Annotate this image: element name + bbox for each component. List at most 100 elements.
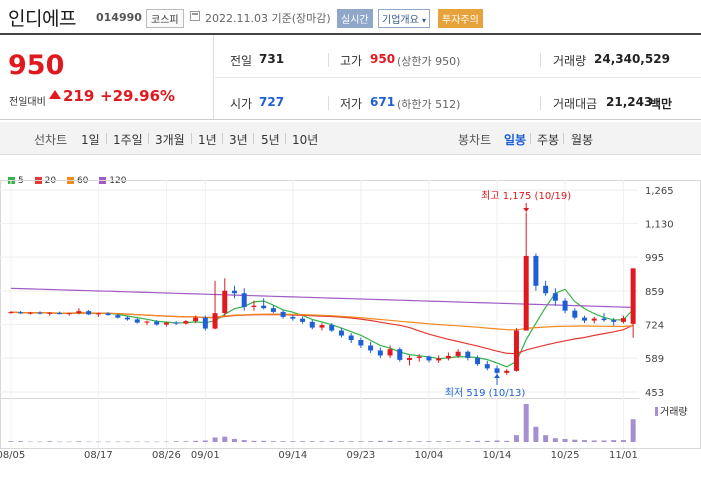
- candle-body: [338, 330, 344, 336]
- tab-separator: [563, 133, 564, 144]
- x-tick-label: 09/01: [191, 450, 220, 461]
- tab-3m[interactable]: 3개월: [155, 131, 185, 148]
- y-tick-label: 995: [645, 253, 664, 264]
- x-tick-label: 10/25: [551, 450, 580, 461]
- y-tick-label: 859: [645, 287, 664, 298]
- volume-bar: [37, 441, 43, 443]
- candle-body: [86, 311, 92, 315]
- realtime-button[interactable]: 실시간: [337, 9, 373, 28]
- volume-bar: [407, 441, 413, 442]
- volume-bar: [95, 441, 101, 443]
- up-arrow-icon: [49, 90, 61, 99]
- candle-body: [76, 311, 82, 314]
- tab-daily[interactable]: 일봉: [504, 131, 526, 148]
- stock-name: 인디에프: [8, 8, 76, 30]
- tab-1y[interactable]: 1년: [198, 131, 217, 148]
- volume-bar: [630, 419, 636, 442]
- x-tick-label: 08/26: [152, 450, 181, 461]
- tab-separator: [530, 133, 531, 144]
- x-tick-label: 08/05: [0, 450, 25, 461]
- volume-bar: [154, 441, 160, 443]
- candle-body: [309, 321, 315, 328]
- volume-bar: [338, 441, 344, 442]
- volume-bar: [513, 435, 519, 442]
- tab-1w[interactable]: 1주일: [113, 131, 143, 148]
- volume-bar: [280, 441, 286, 442]
- candle-chart-label: 봉차트: [458, 133, 492, 147]
- x-tick-label: 09/14: [278, 450, 307, 461]
- volume-bar: [494, 440, 500, 442]
- candle-body: [261, 305, 267, 309]
- candle-body: [173, 322, 179, 324]
- tab-1d[interactable]: 1일: [81, 131, 100, 148]
- open-label: 시가: [230, 97, 253, 111]
- change-label: 전일대비: [9, 97, 46, 108]
- candle-body: [125, 317, 131, 320]
- candle-body: [241, 293, 247, 307]
- amount-value: 21,243: [606, 95, 653, 109]
- candle-body: [300, 318, 306, 322]
- candle-body: [27, 312, 33, 314]
- amount-unit: 백만: [650, 97, 673, 111]
- candle-body: [115, 315, 121, 318]
- volume-bar: [552, 438, 558, 442]
- company-overview-button[interactable]: 기업개요 ▾: [378, 9, 431, 28]
- stock-code: 014990: [96, 11, 142, 24]
- candle-body: [513, 330, 519, 371]
- volume-bar: [329, 441, 335, 442]
- volume-bar: [368, 441, 374, 442]
- volume-bar: [620, 440, 626, 442]
- tab-5y[interactable]: 5년: [261, 131, 280, 148]
- volume-bar: [231, 438, 237, 442]
- volume-bar: [562, 438, 568, 442]
- candle-body: [163, 322, 169, 325]
- volume-bar: [134, 441, 140, 443]
- price-chart[interactable]: 1,265 1,130 995 859 724 589 453 08/05 08/17 08/26…: [0, 160, 701, 480]
- change-rate: +29.96%: [100, 87, 176, 105]
- volume-bar: [426, 441, 432, 442]
- volume-bar: [377, 440, 383, 442]
- tab-10y[interactable]: 10년: [292, 131, 318, 148]
- prev-close-value: 731: [259, 52, 285, 66]
- volume-bar: [86, 441, 92, 443]
- candle-body: [183, 321, 189, 324]
- volume-bar: [251, 440, 257, 442]
- candle-body: [144, 321, 150, 323]
- volume-bar: [202, 440, 208, 442]
- volume-bar: [572, 439, 578, 442]
- tab-3y[interactable]: 3년: [229, 131, 248, 148]
- volume-bar: [611, 440, 617, 442]
- min-price-label: 최저 519 (10/13): [445, 387, 526, 399]
- candle-body: [484, 364, 490, 369]
- volume-bar: [601, 440, 607, 442]
- high-value: 950: [370, 52, 396, 66]
- max-price-label: 최고 1,175 (10/19): [481, 190, 571, 202]
- volume-bar: [56, 441, 62, 443]
- tab-separator: [148, 133, 149, 144]
- tab-monthly[interactable]: 월봉: [571, 131, 593, 148]
- candle-body: [105, 313, 111, 316]
- candle-body: [543, 285, 549, 294]
- tab-separator: [222, 133, 223, 144]
- volume-bar: [543, 435, 549, 442]
- y-tick-label: 724: [645, 321, 664, 332]
- investment-caution-badge[interactable]: 투자주의: [438, 9, 483, 28]
- volume-bar: [27, 441, 33, 443]
- tab-weekly[interactable]: 주봉: [537, 131, 559, 148]
- volume-bar: [105, 441, 111, 443]
- market-badge: 코스피: [146, 9, 184, 28]
- prev-close-label: 전일: [230, 54, 253, 68]
- volume-bar: [504, 440, 510, 442]
- candle-body: [368, 345, 374, 351]
- y-tick-label: 1,130: [645, 220, 674, 231]
- candle-body: [358, 340, 364, 346]
- candle-body: [202, 317, 208, 329]
- candle-body: [56, 312, 62, 315]
- candle-body: [630, 268, 636, 324]
- candle-body: [329, 325, 335, 331]
- candle-body: [231, 290, 237, 294]
- volume-bar: [261, 440, 267, 442]
- line-chart-label: 선차트: [34, 133, 68, 147]
- volume-bar: [18, 441, 24, 442]
- calendar-icon: [190, 11, 200, 21]
